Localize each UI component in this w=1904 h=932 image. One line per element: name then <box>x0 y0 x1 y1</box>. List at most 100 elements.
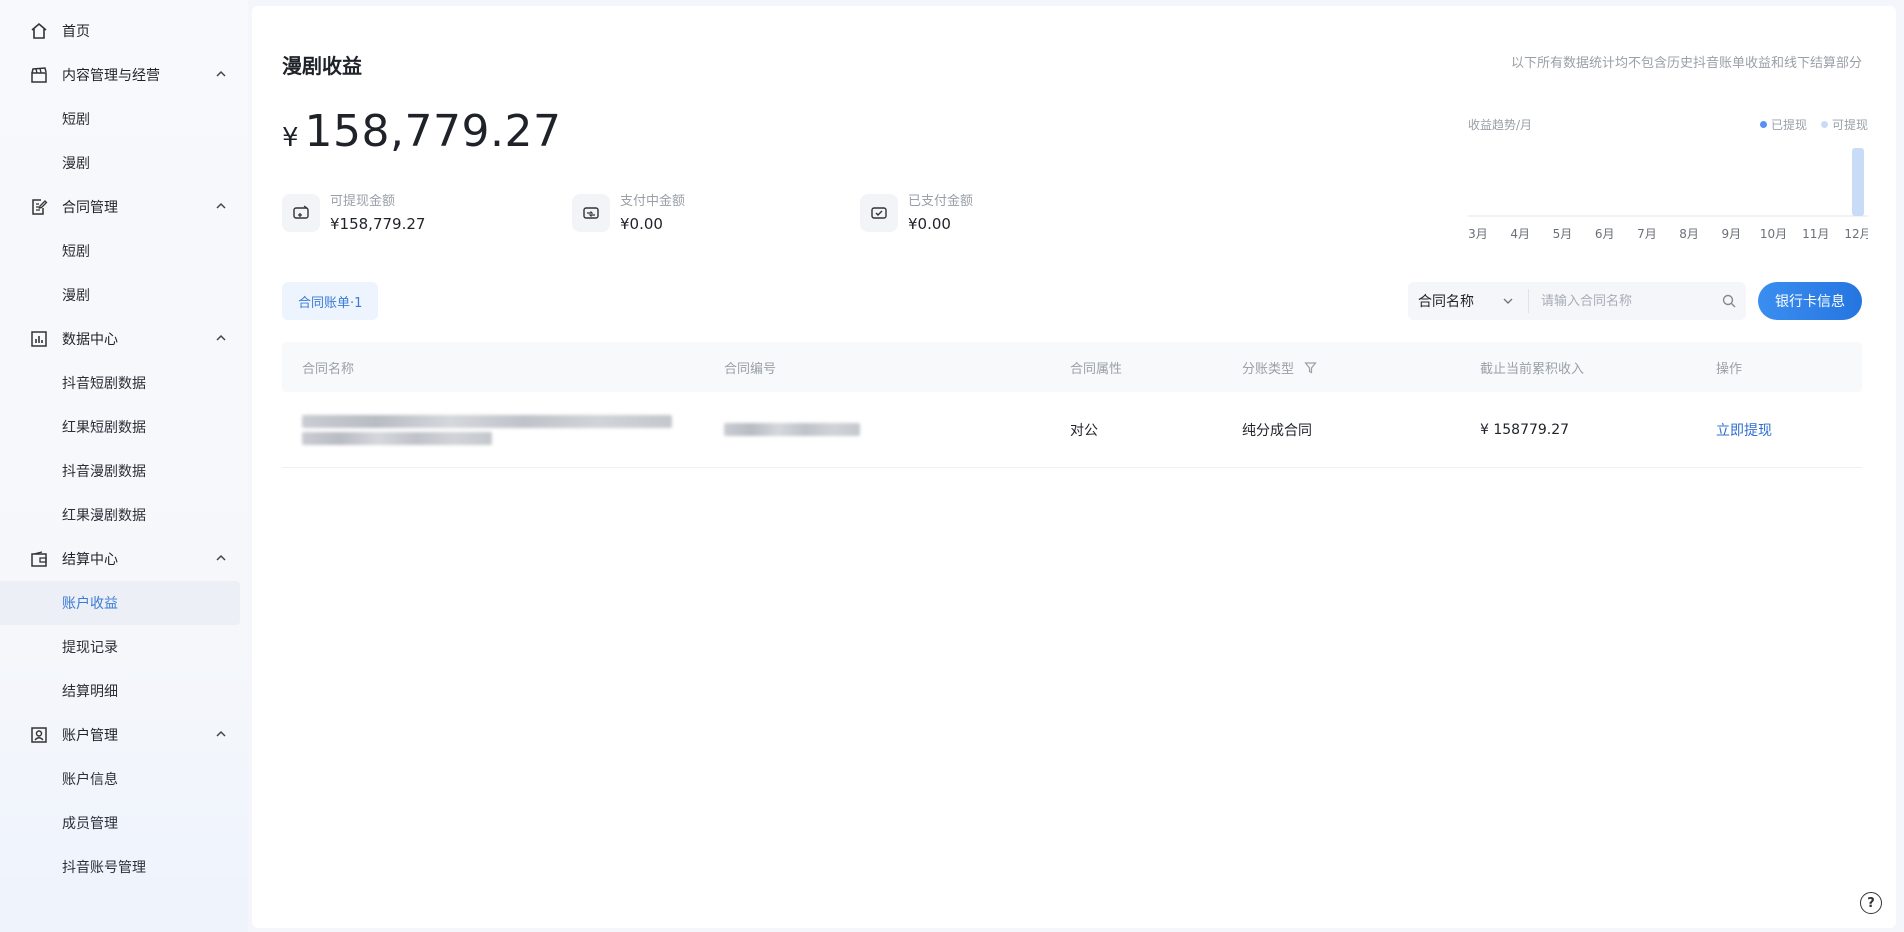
chevron-up-icon[interactable] <box>214 199 228 213</box>
table-header: 合同名称 合同编号 合同属性 分账类型 截止当前累积收入 操作 <box>282 342 1862 392</box>
legend-label: 已提现 <box>1770 118 1807 132</box>
contract-table: 合同名称 合同编号 合同属性 分账类型 截止当前累积收入 操作 对公 纯分成合同… <box>282 342 1862 468</box>
filter-field-select[interactable]: 合同名称 <box>1408 282 1528 320</box>
cell-split-type: 纯分成合同 <box>1242 422 1312 439</box>
search-icon[interactable] <box>1712 294 1746 308</box>
chart-title: 收益趋势/月 <box>1468 118 1533 132</box>
page-title: 漫剧收益 <box>282 54 362 78</box>
sidebar-item-content-comic[interactable]: 漫剧 <box>0 141 248 185</box>
tab-contract-bills[interactable]: 合同账单·1 <box>282 282 379 320</box>
redacted-text <box>302 431 492 445</box>
stat-paid: 已支付金额 ¥0.00 <box>860 190 973 233</box>
column-header-attribute: 合同属性 <box>1070 361 1123 377</box>
filter-field-label: 合同名称 <box>1418 294 1474 310</box>
chevron-up-icon[interactable] <box>214 67 228 81</box>
currency-symbol: ¥ <box>282 123 299 153</box>
column-header-income: 截止当前累积收入 <box>1480 361 1585 377</box>
nav-group-account[interactable]: 账户管理 <box>0 713 248 757</box>
nav-group-label: 结算中心 <box>62 552 118 568</box>
sidebar-item-contract-comic[interactable]: 漫剧 <box>0 273 248 317</box>
stat-label: 已支付金额 <box>908 194 974 209</box>
table-row: 对公 纯分成合同 ¥ 158779.27 立即提现 <box>282 392 1862 468</box>
sidebar-item-hongguo-short-data[interactable]: 红果短剧数据 <box>0 405 248 449</box>
wallet-plus-icon <box>282 194 320 232</box>
sidebar-item-account-info[interactable]: 账户信息 <box>0 757 248 801</box>
search-input[interactable] <box>1529 293 1712 309</box>
x-tick-label: 10月 <box>1760 227 1787 241</box>
page-note: 以下所有数据统计均不包含历史抖音账单收益和线下结算部分 <box>1510 56 1862 71</box>
sidebar-item-douyin-short-data[interactable]: 抖音短剧数据 <box>0 361 248 405</box>
x-tick-label: 6月 <box>1595 227 1615 241</box>
sidebar: 首页 内容管理与经营 短剧 漫剧 合同管理 短剧 漫剧 数据中心 抖音短剧数据 … <box>0 0 248 932</box>
wallet-transfer-icon <box>572 194 610 232</box>
column-header-name: 合同名称 <box>302 361 355 377</box>
chevron-up-icon[interactable] <box>214 727 228 741</box>
cell-attribute: 对公 <box>1070 422 1098 439</box>
bar-chart-icon <box>28 328 50 350</box>
x-tick-label: 3月 <box>1468 227 1488 241</box>
wallet-icon <box>28 548 50 570</box>
stat-label: 支付中金额 <box>620 194 686 209</box>
column-header-split-type-label: 分账类型 <box>1242 361 1295 377</box>
chart-plot: 3月 4月 5月 6月 7月 8月 9月 10月 11月 12月 <box>1468 148 1868 241</box>
wallet-check-icon <box>860 194 898 232</box>
x-tick-label: 4月 <box>1510 227 1530 241</box>
x-tick-label: 8月 <box>1679 227 1699 241</box>
nav-group-data[interactable]: 数据中心 <box>0 317 248 361</box>
nav-group-content[interactable]: 内容管理与经营 <box>0 53 248 97</box>
user-card-icon <box>28 724 50 746</box>
filter-icon[interactable] <box>1304 361 1317 374</box>
sidebar-item-withdraw-records[interactable]: 提现记录 <box>0 625 248 669</box>
sidebar-item-douyin-comic-data[interactable]: 抖音漫剧数据 <box>0 449 248 493</box>
sidebar-item-hongguo-comic-data[interactable]: 红果漫剧数据 <box>0 493 248 537</box>
redacted-text <box>724 423 860 436</box>
stat-value: ¥158,779.27 <box>330 215 426 233</box>
sidebar-item-account-income[interactable]: 账户收益 <box>0 581 240 625</box>
sidebar-item-settlement-details[interactable]: 结算明细 <box>0 669 248 713</box>
sidebar-item-content-short[interactable]: 短剧 <box>0 97 248 141</box>
nav-group-label: 账户管理 <box>62 728 118 744</box>
stat-withdrawable: 可提现金额 ¥158,779.27 <box>282 190 425 233</box>
nav-group-label: 合同管理 <box>62 200 118 216</box>
x-tick-label: 7月 <box>1637 227 1657 241</box>
sidebar-item-member-management[interactable]: 成员管理 <box>0 801 248 845</box>
legend-label: 可提现 <box>1831 118 1868 132</box>
stat-label: 可提现金额 <box>330 194 396 209</box>
stat-paying: 支付中金额 ¥0.00 <box>572 190 685 233</box>
column-header-number: 合同编号 <box>724 361 777 377</box>
legend-dot <box>1759 121 1767 128</box>
contract-edit-icon <box>28 196 50 218</box>
contract-filter: 合同名称 <box>1408 282 1746 320</box>
redacted-text <box>302 414 672 428</box>
nav-home-label: 首页 <box>62 24 90 40</box>
cell-contract-name-redacted <box>282 411 708 449</box>
bank-card-info-button[interactable]: 银行卡信息 <box>1758 282 1862 320</box>
total-income-value: 158,779.27 <box>304 106 562 157</box>
chevron-up-icon[interactable] <box>214 551 228 565</box>
chevron-down-icon <box>1503 298 1513 304</box>
clapperboard-icon <box>28 64 50 86</box>
nav-group-settlement[interactable]: 结算中心 <box>0 537 248 581</box>
nav-home[interactable]: 首页 <box>0 9 248 53</box>
bar-可提现-12月[interactable] <box>1852 148 1864 216</box>
cell-contract-number-redacted <box>708 419 1054 440</box>
stat-value: ¥0.00 <box>620 215 663 233</box>
sidebar-item-contract-short[interactable]: 短剧 <box>0 229 248 273</box>
chart-legend: 已提现 可提现 <box>1759 116 1868 133</box>
withdraw-now-link[interactable]: 立即提现 <box>1716 423 1772 439</box>
x-tick-label: 9月 <box>1722 227 1742 241</box>
main-panel: 漫剧收益 以下所有数据统计均不包含历史抖音账单收益和线下结算部分 ¥ 158,7… <box>252 6 1896 928</box>
nav-group-label: 内容管理与经营 <box>62 68 160 84</box>
legend-item-withdrawable: 可提现 <box>1820 116 1868 133</box>
help-icon[interactable]: ? <box>1860 892 1882 914</box>
chevron-up-icon[interactable] <box>214 331 228 345</box>
cell-action: 立即提现 <box>1700 420 1862 440</box>
cell-income: ¥ 158779.27 <box>1480 421 1570 438</box>
x-tick-label: 11月 <box>1802 227 1829 241</box>
legend-item-withdrawn: 已提现 <box>1759 116 1807 133</box>
total-income: ¥ 158,779.27 <box>282 106 561 157</box>
stat-value: ¥0.00 <box>908 215 951 233</box>
nav-group-contract[interactable]: 合同管理 <box>0 185 248 229</box>
sidebar-item-douyin-accounts[interactable]: 抖音账号管理 <box>0 845 248 889</box>
column-header-split-type: 分账类型 <box>1226 358 1464 377</box>
